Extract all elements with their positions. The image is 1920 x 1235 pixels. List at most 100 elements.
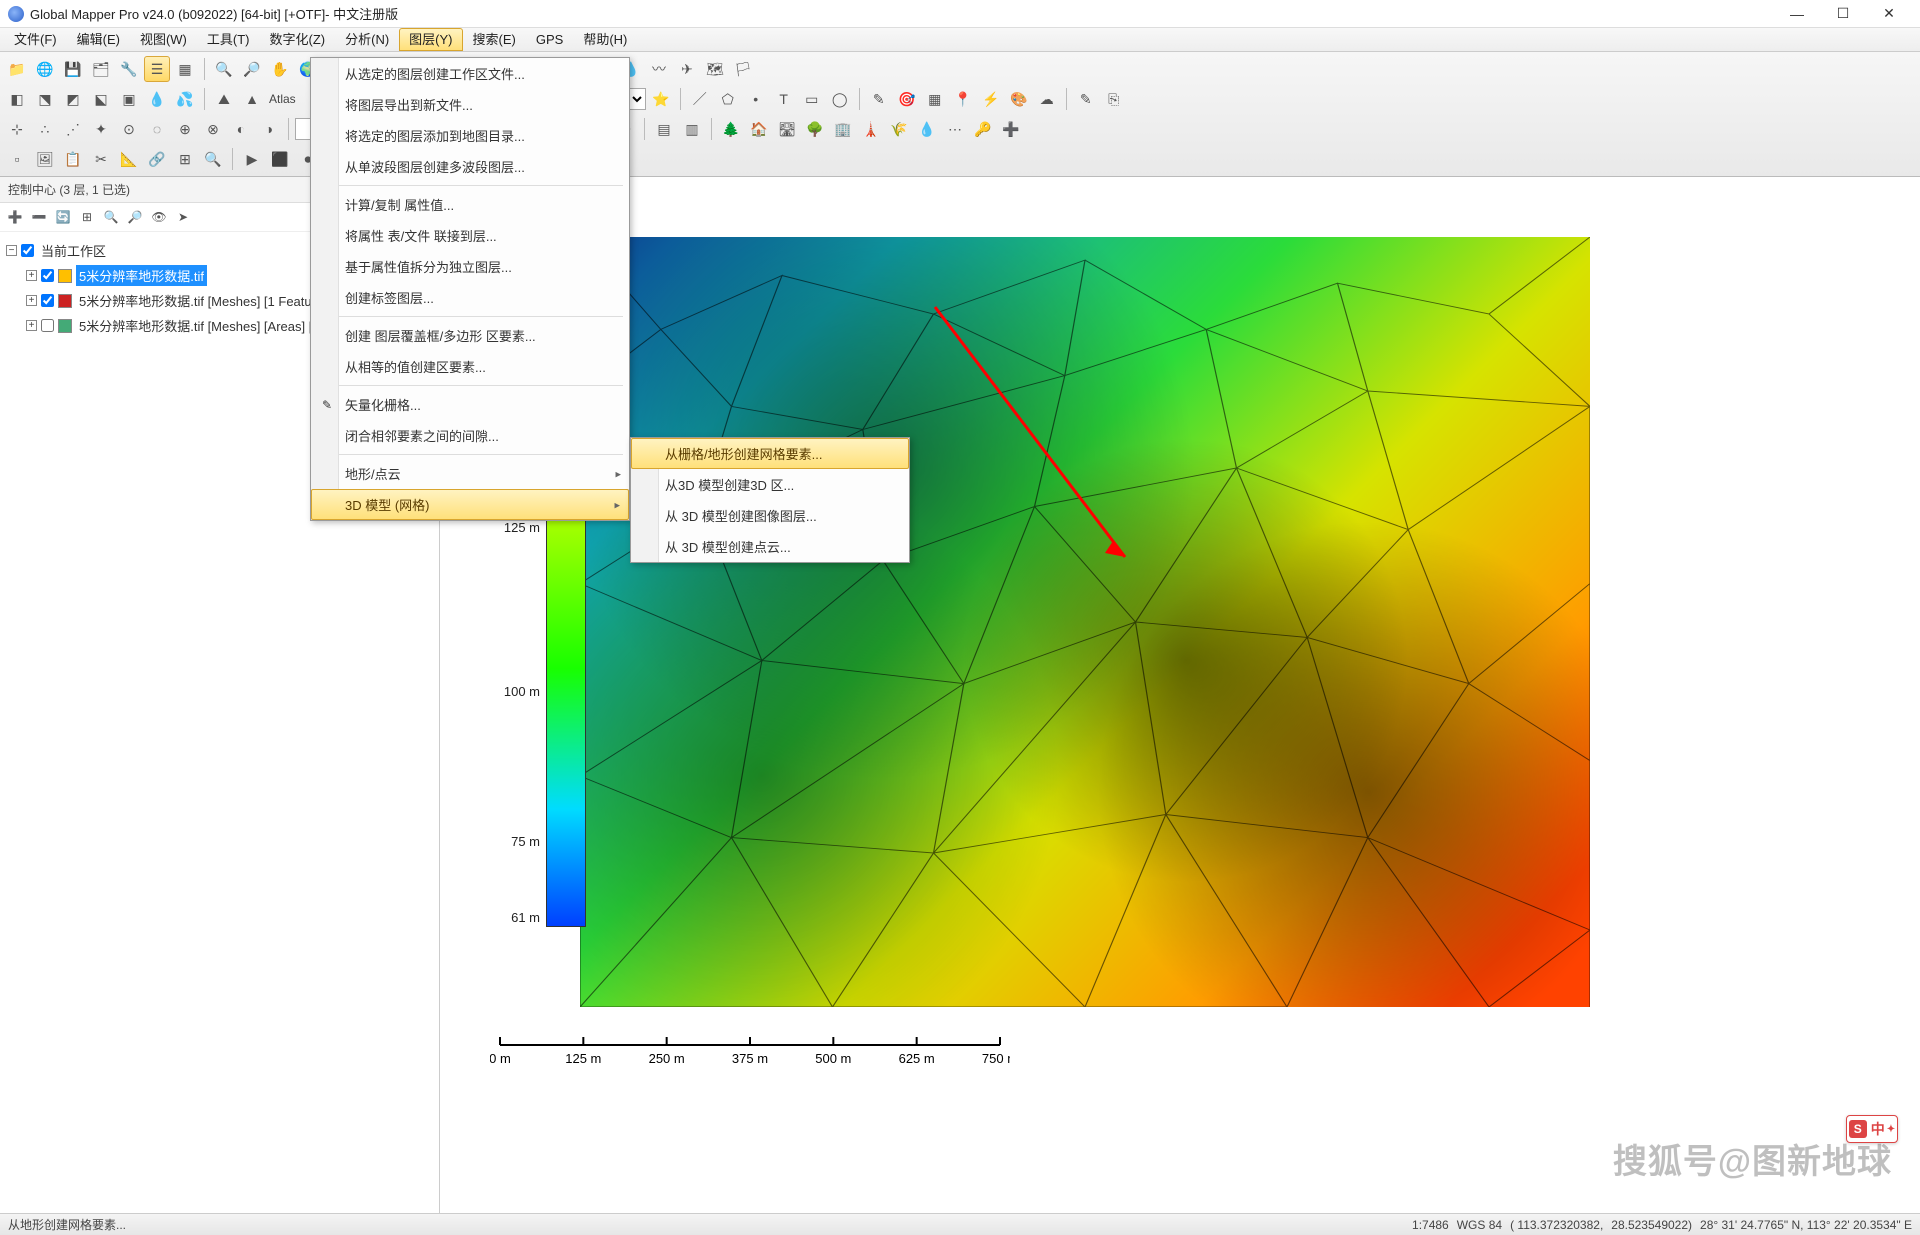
- menu-item[interactable]: 将图层导出到新文件...: [311, 89, 629, 120]
- sidebar-remove-icon[interactable]: ➖: [28, 206, 50, 228]
- menu-item[interactable]: 将属性 表/文件 联接到层...: [311, 220, 629, 251]
- play-icon[interactable]: ▶: [239, 146, 265, 172]
- wind-icon[interactable]: 🌾: [886, 116, 912, 142]
- node-9-icon[interactable]: ◐: [228, 116, 254, 142]
- menu-item[interactable]: 基于属性值拆分为独立图层...: [311, 251, 629, 282]
- vector-4-icon[interactable]: ⬕: [88, 86, 114, 112]
- target-icon[interactable]: 🎯: [894, 86, 920, 112]
- sidebar-add-icon[interactable]: ➕: [4, 206, 26, 228]
- menu-1[interactable]: 编辑(E): [67, 28, 130, 51]
- draw-circle-icon[interactable]: ◯: [827, 86, 853, 112]
- menu-item[interactable]: 地形/点云: [311, 458, 629, 489]
- building-icon[interactable]: 🏢: [830, 116, 856, 142]
- collapse-icon[interactable]: −: [6, 245, 17, 256]
- globe-icon[interactable]: 🌐: [32, 56, 58, 82]
- tool-c-icon[interactable]: 📋: [60, 146, 86, 172]
- vector-2-icon[interactable]: ⬔: [32, 86, 58, 112]
- vector-1-icon[interactable]: ◧: [4, 86, 30, 112]
- menu-item[interactable]: 从单波段图层创建多波段图层...: [311, 151, 629, 182]
- save-icon[interactable]: 💾: [60, 56, 86, 82]
- custom-icon[interactable]: 🏳: [730, 56, 756, 82]
- copy-icon[interactable]: ⎘: [1101, 86, 1127, 112]
- node-7-icon[interactable]: ⊕: [172, 116, 198, 142]
- node-10-icon[interactable]: ◑: [256, 116, 282, 142]
- tree-icon[interactable]: 🌲: [718, 116, 744, 142]
- menu-6[interactable]: 图层(Y): [399, 28, 462, 51]
- zoom-out-icon[interactable]: 🔎: [239, 56, 265, 82]
- node-6-icon[interactable]: ◌: [144, 116, 170, 142]
- menu-7[interactable]: 搜索(E): [463, 28, 526, 51]
- vector-3-icon[interactable]: ◩: [60, 86, 86, 112]
- submenu-item[interactable]: 从3D 模型创建3D 区...: [631, 469, 909, 500]
- sidebar-expand-icon[interactable]: ⊞: [76, 206, 98, 228]
- node-5-icon[interactable]: ⊙: [116, 116, 142, 142]
- stack-2-icon[interactable]: ▥: [679, 116, 705, 142]
- menu-2[interactable]: 视图(W): [130, 28, 197, 51]
- tool-a-icon[interactable]: ▫: [4, 146, 30, 172]
- menu-item[interactable]: 创建标签图层...: [311, 282, 629, 313]
- house-icon[interactable]: 🏠: [746, 116, 772, 142]
- sidebar-refresh-icon[interactable]: 🔄: [52, 206, 74, 228]
- menu-item[interactable]: 3D 模型 (网格): [311, 489, 629, 520]
- tree-2-icon[interactable]: 🌳: [802, 116, 828, 142]
- dots-icon[interactable]: ⋯: [942, 116, 968, 142]
- expand-icon[interactable]: +: [26, 295, 37, 306]
- zoom-in-icon[interactable]: 🔍: [211, 56, 237, 82]
- sidebar-search-icon[interactable]: 🔍: [100, 206, 122, 228]
- menu-item[interactable]: 闭合相邻要素之间的间隙...: [311, 420, 629, 451]
- map-view[interactable]: 125 m100 m75 m61 m 0 m125 m250 m375 m500…: [440, 177, 1920, 1213]
- sidebar-eye-icon[interactable]: 👁: [148, 206, 170, 228]
- star-icon[interactable]: ⭐: [648, 86, 674, 112]
- pole-icon[interactable]: 🗼: [858, 116, 884, 142]
- node-2-icon[interactable]: ∴: [32, 116, 58, 142]
- pan-icon[interactable]: ✋: [267, 56, 293, 82]
- menu-item[interactable]: 从选定的图层创建工作区文件...: [311, 58, 629, 89]
- config-icon[interactable]: 🔧: [116, 56, 142, 82]
- tool-h-icon[interactable]: 🔍: [200, 146, 226, 172]
- expand-icon[interactable]: +: [26, 320, 37, 331]
- tool-f-icon[interactable]: 🔗: [144, 146, 170, 172]
- submenu-item[interactable]: 从 3D 模型创建图像图层...: [631, 500, 909, 531]
- control-center-icon[interactable]: ☰: [144, 56, 170, 82]
- water-flow-icon[interactable]: 💦: [172, 86, 198, 112]
- menu-5[interactable]: 分析(N): [335, 28, 399, 51]
- vector-5-icon[interactable]: ▣: [116, 86, 142, 112]
- tool-e-icon[interactable]: 📐: [116, 146, 142, 172]
- menu-item[interactable]: 创建 图层覆盖框/多边形 区要素...: [311, 320, 629, 351]
- draw-text-icon[interactable]: T: [771, 86, 797, 112]
- node-3-icon[interactable]: ⋰: [60, 116, 86, 142]
- ime-badge[interactable]: S 中 ✦: [1846, 1115, 1898, 1143]
- drop-2-icon[interactable]: 💧: [914, 116, 940, 142]
- menu-0[interactable]: 文件(F): [4, 28, 67, 51]
- marker-icon[interactable]: 📍: [950, 86, 976, 112]
- bolt-icon[interactable]: ⚡: [978, 86, 1004, 112]
- plus-icon[interactable]: ➕: [998, 116, 1024, 142]
- menu-item[interactable]: ✎矢量化栅格...: [311, 389, 629, 420]
- maximize-button[interactable]: ☐: [1820, 0, 1866, 28]
- draw-rect-icon[interactable]: ▭: [799, 86, 825, 112]
- fill-icon[interactable]: 🎨: [1006, 86, 1032, 112]
- stack-1-icon[interactable]: ▤: [651, 116, 677, 142]
- minimize-button[interactable]: —: [1774, 0, 1820, 28]
- root-checkbox[interactable]: [21, 244, 34, 257]
- water-drop-icon[interactable]: 💧: [144, 86, 170, 112]
- hillshade-icon[interactable]: ⛰: [211, 86, 237, 112]
- menu-item[interactable]: 从相等的值创建区要素...: [311, 351, 629, 382]
- layer-checkbox[interactable]: [41, 269, 54, 282]
- sidebar-arrow-icon[interactable]: ➤: [172, 206, 194, 228]
- stop-icon[interactable]: ⬛: [267, 146, 293, 172]
- path-icon[interactable]: 〰: [646, 56, 672, 82]
- overlay-icon[interactable]: ▦: [172, 56, 198, 82]
- draw-point-icon[interactable]: •: [743, 86, 769, 112]
- menu-9[interactable]: 帮助(H): [573, 28, 637, 51]
- cloud-icon[interactable]: ☁: [1034, 86, 1060, 112]
- node-1-icon[interactable]: ⊹: [4, 116, 30, 142]
- edit-2-icon[interactable]: ✎: [1073, 86, 1099, 112]
- menu-8[interactable]: GPS: [526, 28, 573, 51]
- close-button[interactable]: ✕: [1866, 0, 1912, 28]
- plane-icon[interactable]: ✈: [674, 56, 700, 82]
- edit-1-icon[interactable]: ✎: [866, 86, 892, 112]
- menu-3[interactable]: 工具(T): [197, 28, 260, 51]
- layer-checkbox[interactable]: [41, 319, 54, 332]
- layer-checkbox[interactable]: [41, 294, 54, 307]
